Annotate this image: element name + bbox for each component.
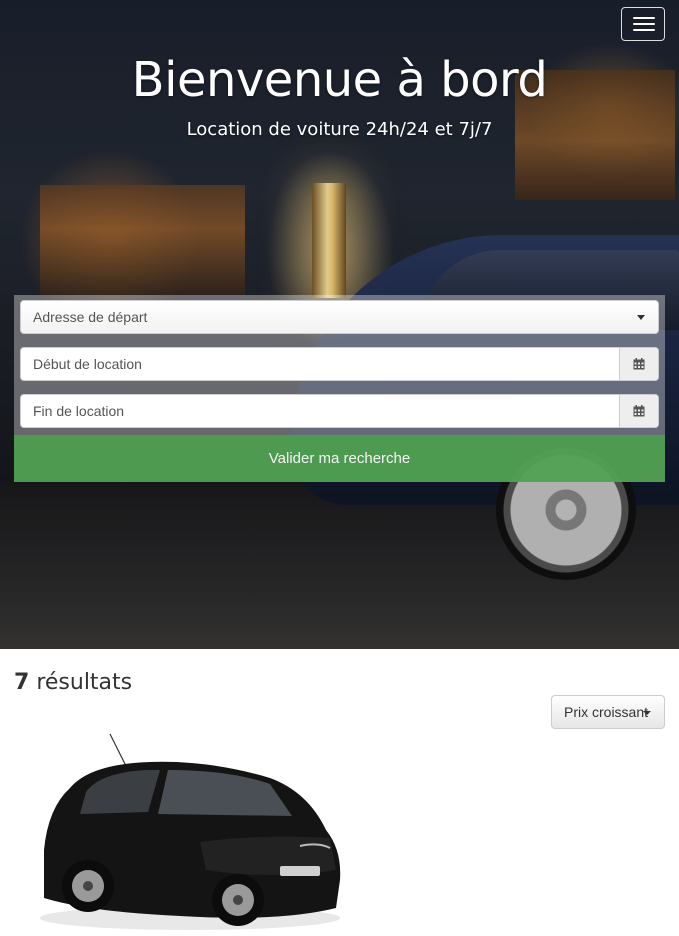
departure-address-select[interactable]: Adresse de départ [20, 300, 659, 334]
results-count-number: 7 [14, 670, 30, 695]
rental-start-field: Début de location [20, 347, 659, 381]
results-count-label: résultats [36, 670, 133, 695]
hero-banner: Bienvenue à bord Location de voiture 24h… [0, 0, 679, 649]
rental-end-input[interactable]: Fin de location [21, 395, 621, 427]
departure-address-label: Adresse de départ [33, 309, 148, 325]
rental-end-field: Fin de location [20, 394, 659, 428]
sort-label: Prix croissant [564, 704, 649, 720]
sort-dropdown-button[interactable]: Prix croissant [551, 695, 665, 729]
results-count: 7 résultats [14, 670, 132, 695]
page-subtitle: Location de voiture 24h/24 et 7j/7 [186, 119, 493, 140]
rental-start-calendar-button[interactable] [619, 348, 658, 380]
rental-end-calendar-button[interactable] [619, 395, 658, 427]
page-title: Bienvenue à bord [131, 52, 548, 108]
calendar-icon [633, 405, 645, 417]
search-form: Adresse de départ Début de location Fin … [14, 295, 665, 482]
caret-down-icon [643, 711, 651, 715]
caret-down-icon [637, 315, 645, 320]
car-result-image[interactable] [30, 730, 350, 936]
submit-search-button[interactable]: Valider ma recherche [14, 435, 665, 482]
rental-start-input[interactable]: Début de location [21, 348, 621, 380]
menu-toggle-button[interactable] [621, 7, 665, 41]
calendar-icon [633, 358, 645, 370]
